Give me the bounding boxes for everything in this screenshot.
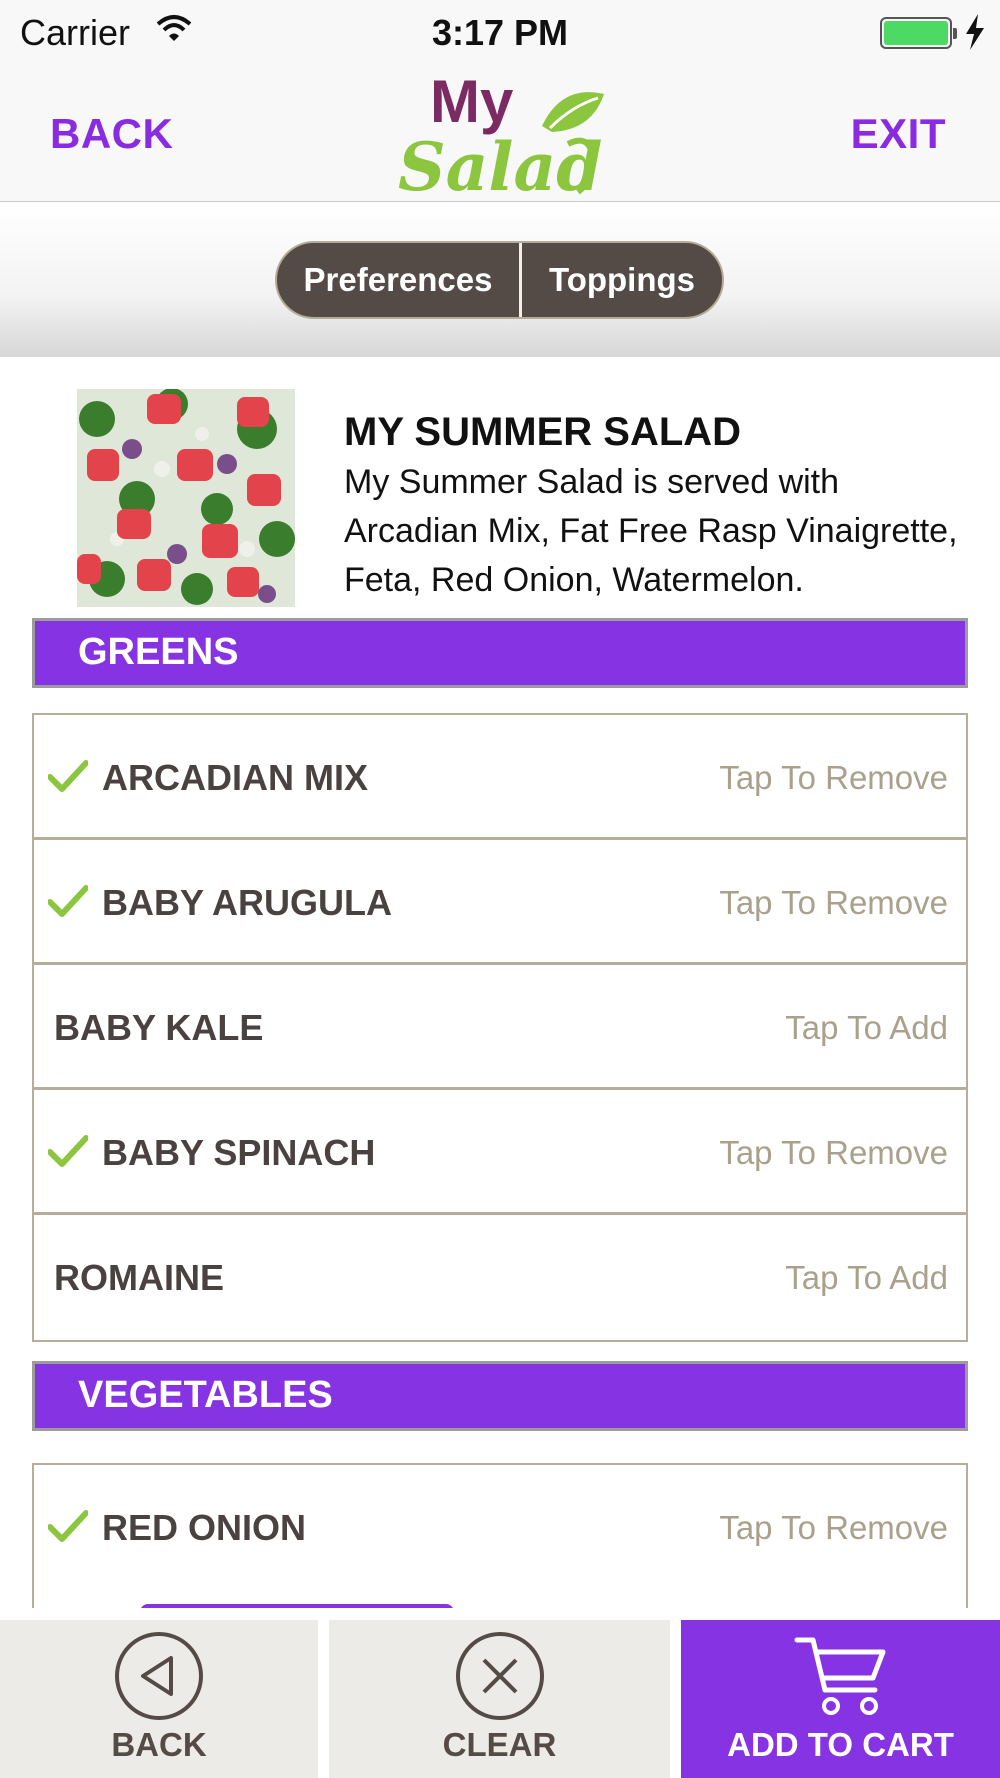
- segmented-control: Preferences Toppings: [275, 241, 724, 319]
- nav-bar: BACK My Salad EXIT: [0, 64, 1000, 206]
- item-name: BABY KALE: [54, 1007, 264, 1048]
- svg-text:My: My: [430, 68, 514, 135]
- list-item[interactable]: BABY ARUGULA Tap To Remove: [34, 840, 966, 965]
- vegetables-list: RED ONION Tap To Remove: [32, 1463, 968, 1613]
- cart-label: ADD TO CART: [727, 1726, 954, 1763]
- item-name: BABY ARUGULA: [102, 882, 393, 923]
- back-label: BACK: [111, 1726, 207, 1763]
- clear-label: CLEAR: [442, 1726, 557, 1763]
- check-icon: [47, 759, 89, 798]
- battery-icon: [880, 17, 952, 49]
- list-item[interactable]: BABY SPINACH Tap To Remove: [34, 1090, 966, 1215]
- tab-preferences[interactable]: Preferences: [277, 243, 522, 317]
- bottom-toolbar: BACK CLEAR ADD TO CART: [0, 1608, 1000, 1778]
- charging-icon: [964, 14, 986, 55]
- check-icon: [47, 1509, 89, 1548]
- item-action[interactable]: Tap To Remove: [719, 1509, 948, 1547]
- item-name: ARCADIAN MIX: [102, 757, 368, 798]
- bottom-back-button[interactable]: BACK: [0, 1620, 318, 1778]
- segment-area: Preferences Toppings: [0, 203, 1000, 357]
- cart-icon: [791, 1630, 891, 1727]
- status-bar: Carrier 3:17 PM: [0, 0, 1000, 64]
- item-action[interactable]: Tap To Remove: [719, 759, 948, 797]
- salad-image: [77, 389, 295, 607]
- section-header-greens: GREENS: [32, 618, 968, 688]
- add-to-cart-button[interactable]: ADD TO CART: [681, 1620, 1000, 1778]
- tab-toppings[interactable]: Toppings: [522, 243, 722, 317]
- section-title: GREENS: [78, 631, 239, 673]
- clear-x-icon: [454, 1630, 546, 1727]
- item-action[interactable]: Tap To Add: [785, 1009, 948, 1047]
- check-icon: [47, 1134, 89, 1173]
- clock: 3:17 PM: [431, 12, 569, 53]
- salad-title: MY SUMMER SALAD: [344, 410, 742, 454]
- list-item[interactable]: ROMAINE Tap To Add: [34, 1215, 966, 1340]
- list-item[interactable]: BABY KALE Tap To Add: [34, 965, 966, 1090]
- section-header-vegetables: VEGETABLES: [32, 1361, 968, 1431]
- item-action[interactable]: Tap To Remove: [719, 1134, 948, 1172]
- item-action[interactable]: Tap To Add: [785, 1259, 948, 1297]
- salad-description: My Summer Salad is served with Arcadian …: [344, 463, 958, 599]
- list-item[interactable]: RED ONION Tap To Remove: [34, 1465, 966, 1590]
- greens-list: ARCADIAN MIX Tap To Remove BABY ARUGULA …: [32, 713, 968, 1342]
- item-action[interactable]: Tap To Remove: [719, 884, 948, 922]
- svg-text:Salad: Salad: [398, 128, 602, 198]
- item-name: BABY SPINACH: [102, 1132, 376, 1173]
- section-title: VEGETABLES: [78, 1374, 333, 1416]
- my-salad-logo: My Salad: [392, 64, 612, 206]
- list-item[interactable]: ARCADIAN MIX Tap To Remove: [34, 715, 966, 840]
- item-name: ROMAINE: [54, 1257, 224, 1298]
- back-button[interactable]: BACK: [50, 110, 173, 158]
- check-icon: [47, 884, 89, 923]
- back-arrow-icon: [113, 1630, 205, 1727]
- exit-button[interactable]: EXIT: [851, 110, 946, 158]
- item-name: RED ONION: [102, 1507, 307, 1548]
- clear-button[interactable]: CLEAR: [329, 1620, 670, 1778]
